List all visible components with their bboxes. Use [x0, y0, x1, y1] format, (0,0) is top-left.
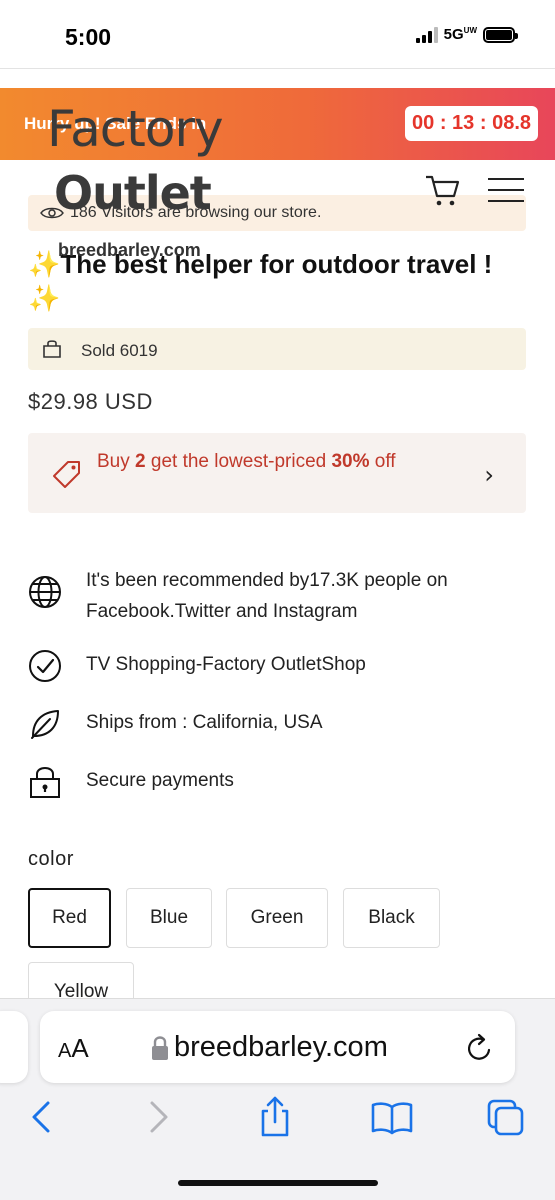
address-bar[interactable]: AA breedbarley.com — [40, 1011, 515, 1083]
color-label: color — [28, 848, 74, 870]
sold-count: Sold 6019 — [81, 341, 158, 360]
color-option-blue[interactable]: Blue — [126, 888, 212, 948]
feature-text: TV Shopping-Factory OutletShop — [86, 654, 366, 675]
previous-tab[interactable] — [0, 1011, 28, 1083]
lock-icon — [30, 767, 60, 798]
leaf-icon — [31, 710, 59, 739]
feature-text: It's been recommended by17.3K people on … — [86, 570, 448, 622]
bookmarks-icon[interactable] — [370, 1095, 414, 1139]
reload-icon[interactable] — [465, 1033, 495, 1063]
divider — [0, 68, 555, 69]
signal-icon — [415, 26, 438, 43]
back-icon[interactable] — [22, 1095, 62, 1139]
logo-domain: breedbarley.com — [58, 240, 201, 260]
logo-factory[interactable]: Factory — [47, 104, 224, 154]
status-indicators: 5GUW — [415, 26, 518, 43]
status-time: 5:00 — [65, 24, 112, 50]
text-size-button[interactable]: AA — [58, 1033, 89, 1064]
home-indicator — [178, 1180, 378, 1186]
feature-text: Secure payments — [86, 770, 234, 791]
browser-nav-row — [0, 1095, 555, 1145]
color-option-red[interactable]: Red — [28, 888, 111, 948]
cart-icon[interactable] — [424, 174, 460, 208]
padlock-icon — [152, 1036, 168, 1060]
network-label: 5GUW — [443, 26, 477, 43]
price-tag-icon — [53, 461, 80, 488]
tabs-icon[interactable] — [486, 1095, 526, 1139]
forward-icon[interactable] — [138, 1095, 178, 1139]
color-option-black[interactable]: Black — [343, 888, 440, 948]
color-option-green[interactable]: Green — [226, 888, 328, 948]
menu-icon[interactable] — [488, 178, 524, 204]
globe-icon — [29, 576, 61, 608]
chevron-right-icon[interactable]: › — [484, 461, 494, 489]
browser-toolbar: AA breedbarley.com — [0, 998, 555, 1200]
sold-count-box: Sold 6019 — [28, 328, 526, 370]
feature-text: Ships from : California, USA — [86, 712, 323, 733]
check-circle-icon — [29, 650, 61, 682]
share-icon[interactable] — [255, 1095, 295, 1139]
product-price: $29.98 USD — [28, 389, 153, 414]
battery-icon — [483, 26, 518, 43]
discount-offer[interactable]: Buy 2 get the lowest-priced 30% off › — [28, 433, 526, 513]
logo-outlet[interactable]: Outlet — [54, 170, 212, 216]
url-text[interactable]: breedbarley.com — [174, 1031, 388, 1064]
countdown-timer: 00 : 13 : 08.8 — [405, 106, 538, 141]
shopping-bag-icon — [43, 340, 61, 358]
discount-text: Buy 2 get the lowest-priced 30% off — [97, 451, 396, 472]
status-bar: 5:00 5GUW — [0, 0, 555, 70]
